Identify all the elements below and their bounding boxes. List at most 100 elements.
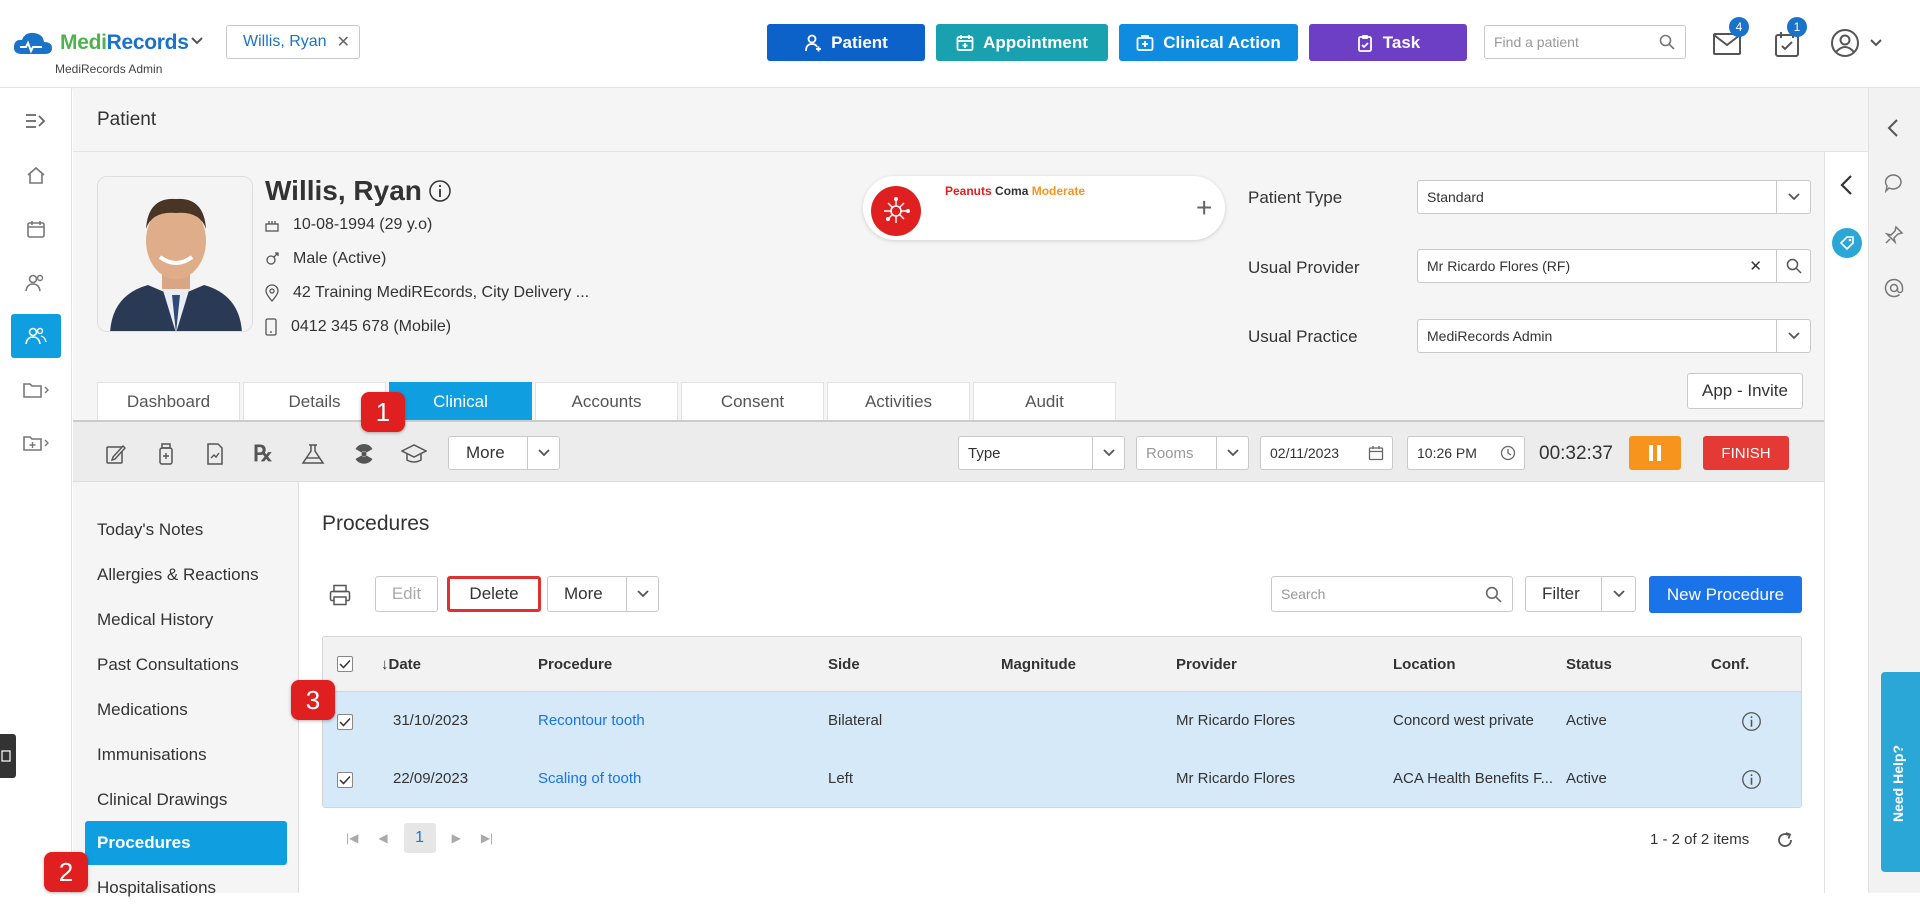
toolbar-more-select[interactable]: More	[448, 436, 560, 470]
chevron-down-icon[interactable]	[190, 36, 204, 46]
chevron-down-icon[interactable]	[1092, 437, 1124, 469]
usual-practice-select[interactable]: MediRecords Admin	[1417, 319, 1811, 353]
usual-provider-field[interactable]: Mr Ricardo Flores (RF) ✕	[1417, 249, 1811, 283]
clock-icon[interactable]	[1492, 437, 1524, 469]
rooms-select[interactable]: Rooms	[1136, 436, 1249, 470]
side-panel-toggle[interactable]	[0, 734, 16, 778]
menu-immunisations[interactable]: Immunisations	[85, 733, 287, 777]
open-patient-chip[interactable]: Willis, Ryan ✕	[226, 25, 360, 59]
col-provider[interactable]: Provider	[1176, 656, 1237, 673]
refresh-icon[interactable]	[1776, 831, 1794, 849]
chat-icon[interactable]	[1884, 173, 1904, 193]
new-procedure-button[interactable]: New Procedure	[1649, 576, 1802, 613]
need-help-widget[interactable]: Need Help?	[1881, 672, 1920, 872]
info-icon[interactable]	[428, 179, 452, 203]
patients-icon[interactable]	[11, 314, 61, 358]
menu-hospitalisations[interactable]: Hospitalisations	[85, 866, 287, 910]
add-alert-icon[interactable]: +	[1196, 192, 1212, 224]
calendar-icon[interactable]	[11, 207, 61, 251]
search-icon[interactable]	[1659, 34, 1675, 50]
tab-activities[interactable]: Activities	[827, 382, 970, 420]
prev-page-icon[interactable]: ◀	[378, 831, 387, 845]
home-icon[interactable]	[11, 153, 61, 197]
col-location[interactable]: Location	[1393, 656, 1456, 673]
delete-button[interactable]: Delete	[447, 576, 541, 612]
clear-icon[interactable]: ✕	[1749, 257, 1762, 275]
folder-add-icon[interactable]	[11, 421, 61, 465]
prescription-icon[interactable]: ℞	[248, 440, 278, 468]
tab-dashboard[interactable]: Dashboard	[97, 382, 240, 420]
medication-bottle-icon[interactable]	[151, 440, 181, 468]
app-invite-button[interactable]: App - Invite	[1687, 373, 1803, 409]
menu-todays-notes[interactable]: Today's Notes	[85, 508, 287, 552]
type-select[interactable]: Type	[958, 436, 1125, 470]
tag-icon[interactable]	[1832, 228, 1862, 258]
table-row[interactable]: 31/10/2023 Recontour tooth Bilateral Mr …	[323, 692, 1801, 750]
menu-allergies-reactions[interactable]: Allergies & Reactions	[85, 553, 287, 597]
select-all-checkbox[interactable]	[337, 656, 353, 672]
open-patient-name[interactable]: Willis, Ryan	[243, 33, 327, 51]
patient-type-select[interactable]: Standard	[1417, 180, 1811, 214]
chevron-down-icon[interactable]	[1869, 38, 1883, 48]
chevron-down-icon[interactable]	[1776, 181, 1810, 213]
lab-flask-icon[interactable]	[298, 440, 328, 468]
tab-consent[interactable]: Consent	[681, 382, 824, 420]
filter-select[interactable]: Filter	[1525, 576, 1636, 612]
print-icon[interactable]	[329, 584, 351, 606]
finish-button[interactable]: FINISH	[1703, 436, 1789, 470]
chevron-down-icon[interactable]	[527, 437, 559, 469]
task-button[interactable]: Task	[1309, 24, 1467, 61]
allergy-alert-card[interactable]: Peanuts Coma Moderate +	[863, 176, 1225, 240]
col-procedure[interactable]: Procedure	[538, 656, 612, 673]
row-checkbox[interactable]	[337, 714, 353, 730]
chevron-left-icon[interactable]	[1887, 118, 1899, 138]
edit-button[interactable]: Edit	[375, 576, 438, 612]
tab-clinical[interactable]: Clinical	[389, 382, 532, 420]
pin-icon[interactable]	[1884, 225, 1904, 245]
menu-procedures[interactable]: Procedures	[85, 821, 287, 865]
menu-medical-history[interactable]: Medical History	[85, 598, 287, 642]
current-page[interactable]: 1	[403, 823, 436, 853]
search-icon[interactable]	[1485, 586, 1502, 603]
col-side[interactable]: Side	[828, 656, 860, 673]
row-procedure-link[interactable]: Recontour tooth	[538, 712, 645, 729]
row-procedure-link[interactable]: Scaling of tooth	[538, 770, 641, 787]
procedure-search-input[interactable]: Search	[1271, 576, 1513, 612]
chevron-down-icon[interactable]	[1216, 437, 1248, 469]
clinical-action-button[interactable]: Clinical Action	[1119, 24, 1298, 61]
chevron-left-icon[interactable]	[1839, 174, 1853, 196]
menu-past-consultations[interactable]: Past Consultations	[85, 643, 287, 687]
at-sign-icon[interactable]	[1884, 278, 1904, 298]
pause-button[interactable]	[1629, 436, 1681, 470]
calendar-icon[interactable]	[1360, 437, 1392, 469]
table-row[interactable]: 22/09/2023 Scaling of tooth Left Mr Rica…	[323, 750, 1801, 807]
col-status[interactable]: Status	[1566, 656, 1612, 673]
last-page-icon[interactable]: ▶|	[481, 831, 493, 845]
search-icon[interactable]	[1776, 250, 1810, 282]
menu-medications[interactable]: Medications	[85, 688, 287, 732]
col-date[interactable]: ↓Date	[381, 656, 421, 673]
expand-menu-icon[interactable]	[11, 99, 61, 143]
tab-accounts[interactable]: Accounts	[535, 382, 678, 420]
group-icon[interactable]	[11, 261, 61, 305]
radiology-icon[interactable]	[349, 440, 379, 468]
app-logo[interactable]: MediRecords	[12, 30, 189, 56]
results-document-icon[interactable]	[200, 440, 230, 468]
next-page-icon[interactable]: ▶	[452, 831, 461, 845]
appointment-button[interactable]: Appointment	[936, 24, 1108, 61]
date-input[interactable]: 02/11/2023	[1260, 436, 1393, 470]
close-icon[interactable]: ✕	[337, 32, 350, 52]
menu-clinical-drawings[interactable]: Clinical Drawings	[85, 778, 287, 822]
find-patient-input[interactable]: Find a patient	[1484, 25, 1686, 59]
row-checkbox[interactable]	[337, 772, 353, 788]
chevron-down-icon[interactable]	[626, 577, 658, 611]
more-actions-select[interactable]: More	[547, 576, 659, 612]
chevron-down-icon[interactable]	[1776, 320, 1810, 352]
patient-button[interactable]: Patient	[767, 24, 925, 61]
time-input[interactable]: 10:26 PM	[1407, 436, 1525, 470]
user-avatar-icon[interactable]	[1830, 28, 1860, 58]
tab-audit[interactable]: Audit	[973, 382, 1116, 420]
notes-edit-icon[interactable]	[101, 440, 131, 468]
col-magnitude[interactable]: Magnitude	[1001, 656, 1076, 673]
first-page-icon[interactable]: |◀	[346, 831, 358, 845]
